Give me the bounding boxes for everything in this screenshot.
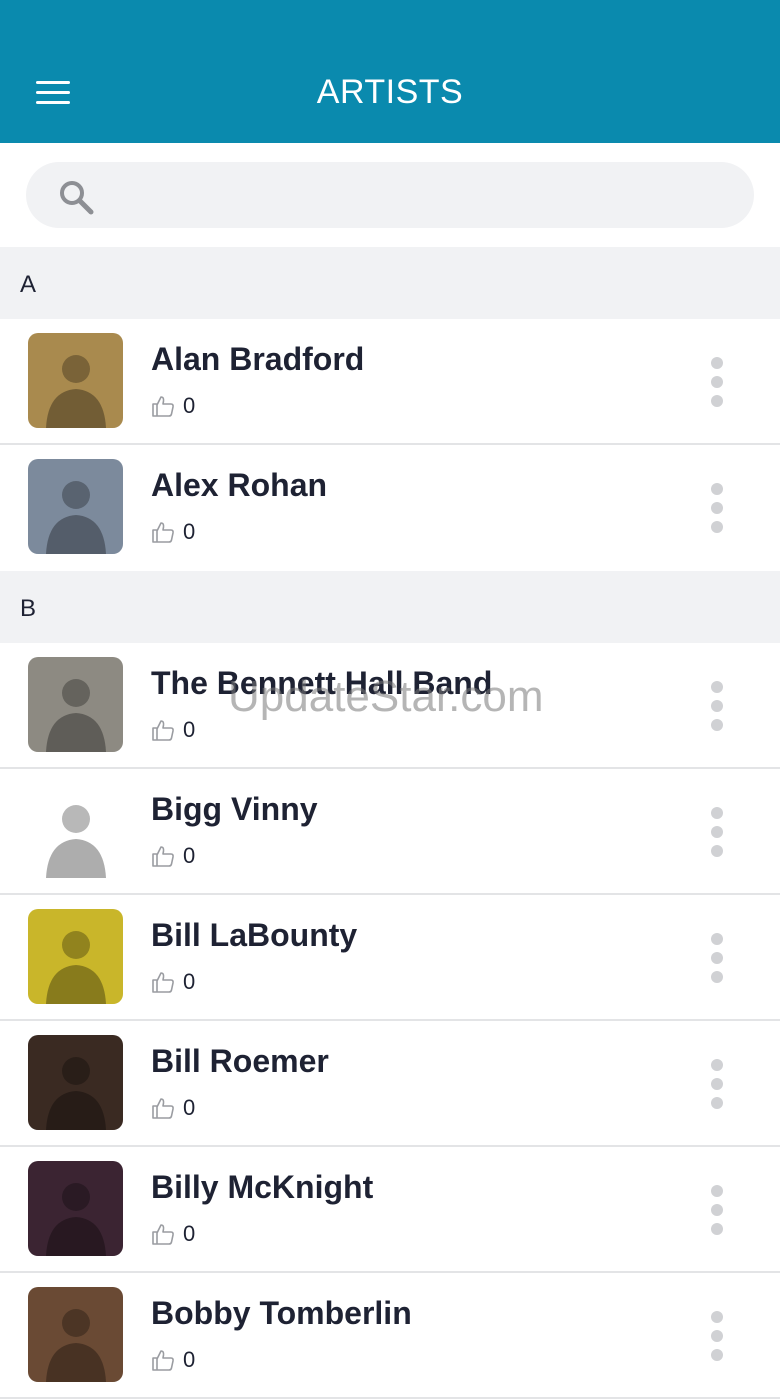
artist-photo [28, 333, 123, 428]
dot [711, 933, 723, 945]
section-header: A [0, 247, 780, 319]
dot [711, 357, 723, 369]
artist-photo [28, 459, 123, 554]
artist-row[interactable]: Alex Rohan 0 [0, 445, 780, 571]
like-count: 0 [183, 1347, 196, 1372]
artist-name[interactable]: Bill Roemer [151, 1043, 329, 1080]
dot [711, 1185, 723, 1197]
like-count: 0 [183, 1095, 196, 1120]
like-control[interactable]: 0 [151, 717, 195, 743]
like-control[interactable]: 0 [151, 969, 195, 995]
dot [711, 807, 723, 819]
artist-name[interactable]: The Bennett Hall Band [151, 665, 492, 702]
like-count: 0 [183, 1221, 196, 1246]
artist-photo-figure [46, 805, 106, 878]
like-control[interactable]: 0 [151, 519, 195, 545]
dot [711, 700, 723, 712]
artist-photo-figure [46, 1057, 106, 1130]
thumbs-up-icon [152, 720, 174, 741]
dot [711, 395, 723, 407]
artist-name[interactable]: Bobby Tomberlin [151, 1295, 412, 1332]
dot [711, 483, 723, 495]
dot [711, 1059, 723, 1071]
artist-photo-figure [46, 481, 106, 554]
artist-photo [28, 1035, 123, 1130]
thumbs-up-icon [152, 846, 174, 867]
like-count: 0 [183, 969, 196, 994]
artist-photo-figure [46, 1183, 106, 1256]
artist-photo-figure [46, 931, 106, 1004]
more-options-icon[interactable] [702, 1307, 732, 1365]
artist-photo [28, 657, 123, 752]
page-title: ARTISTS [316, 73, 464, 111]
thumbs-up-icon [152, 522, 174, 543]
artist-photo [28, 909, 123, 1004]
app-bar: ARTISTS [0, 0, 780, 143]
thumbs-up-icon [152, 1098, 174, 1119]
more-options-icon[interactable] [702, 677, 732, 735]
thumbs-up-icon [152, 1224, 174, 1245]
dot [711, 952, 723, 964]
dot [711, 1349, 723, 1361]
thumbs-up-icon [152, 1350, 174, 1371]
like-control[interactable]: 0 [151, 1095, 195, 1121]
more-options-icon[interactable] [702, 803, 732, 861]
more-options-icon[interactable] [702, 929, 732, 987]
dot [711, 1223, 723, 1235]
dot [711, 971, 723, 983]
artist-row[interactable]: Billy McKnight 0 [0, 1147, 780, 1273]
like-control[interactable]: 0 [151, 1221, 195, 1247]
like-control[interactable]: 0 [151, 1347, 195, 1373]
thumbs-up-icon [152, 396, 174, 417]
like-control[interactable]: 0 [151, 393, 195, 419]
dot [711, 1204, 723, 1216]
artist-photo [28, 1287, 123, 1382]
thumbs-up-icon [152, 972, 174, 993]
like-count: 0 [183, 717, 196, 742]
artist-name[interactable]: Bigg Vinny [151, 791, 318, 828]
artist-row[interactable]: The Bennett Hall Band 0 [0, 643, 780, 769]
dot [711, 719, 723, 731]
dot [711, 826, 723, 838]
dot [711, 1097, 723, 1109]
artist-row[interactable]: Bobby Tomberlin 0 [0, 1273, 780, 1399]
artist-photo-figure [46, 355, 106, 428]
artist-name[interactable]: Bill LaBounty [151, 917, 357, 954]
search-icon [60, 181, 94, 215]
artist-row[interactable]: Bill LaBounty 0 [0, 895, 780, 1021]
dot [711, 1078, 723, 1090]
artist-photo [28, 1161, 123, 1256]
artist-row[interactable]: Alan Bradford 0 [0, 319, 780, 445]
dot [711, 845, 723, 857]
artist-row[interactable]: Bill Roemer 0 [0, 1021, 780, 1147]
artist-name[interactable]: Alan Bradford [151, 341, 364, 378]
more-options-icon[interactable] [702, 479, 732, 537]
search-bar [0, 143, 780, 247]
more-options-icon[interactable] [702, 353, 732, 411]
more-options-icon[interactable] [702, 1055, 732, 1113]
dot [711, 1330, 723, 1342]
more-options-icon[interactable] [702, 1181, 732, 1239]
artist-name[interactable]: Alex Rohan [151, 467, 327, 504]
dot [711, 1311, 723, 1323]
artist-photo-figure [46, 1309, 106, 1382]
dot [711, 502, 723, 514]
like-count: 0 [183, 393, 196, 418]
like-count: 0 [183, 843, 196, 868]
artist-list: A Alan Bradford 0 Alex Rohan 0 B The Bennett H… [0, 247, 780, 1399]
artist-row[interactable]: Bigg Vinny 0 [0, 769, 780, 895]
like-control[interactable]: 0 [151, 843, 195, 869]
dot [711, 521, 723, 533]
artist-name[interactable]: Billy McKnight [151, 1169, 373, 1206]
artist-photo [28, 783, 123, 878]
search-input[interactable] [110, 169, 730, 221]
like-count: 0 [183, 519, 196, 544]
dot [711, 681, 723, 693]
dot [711, 376, 723, 388]
section-header: B [0, 571, 780, 643]
artist-photo-figure [46, 679, 106, 752]
